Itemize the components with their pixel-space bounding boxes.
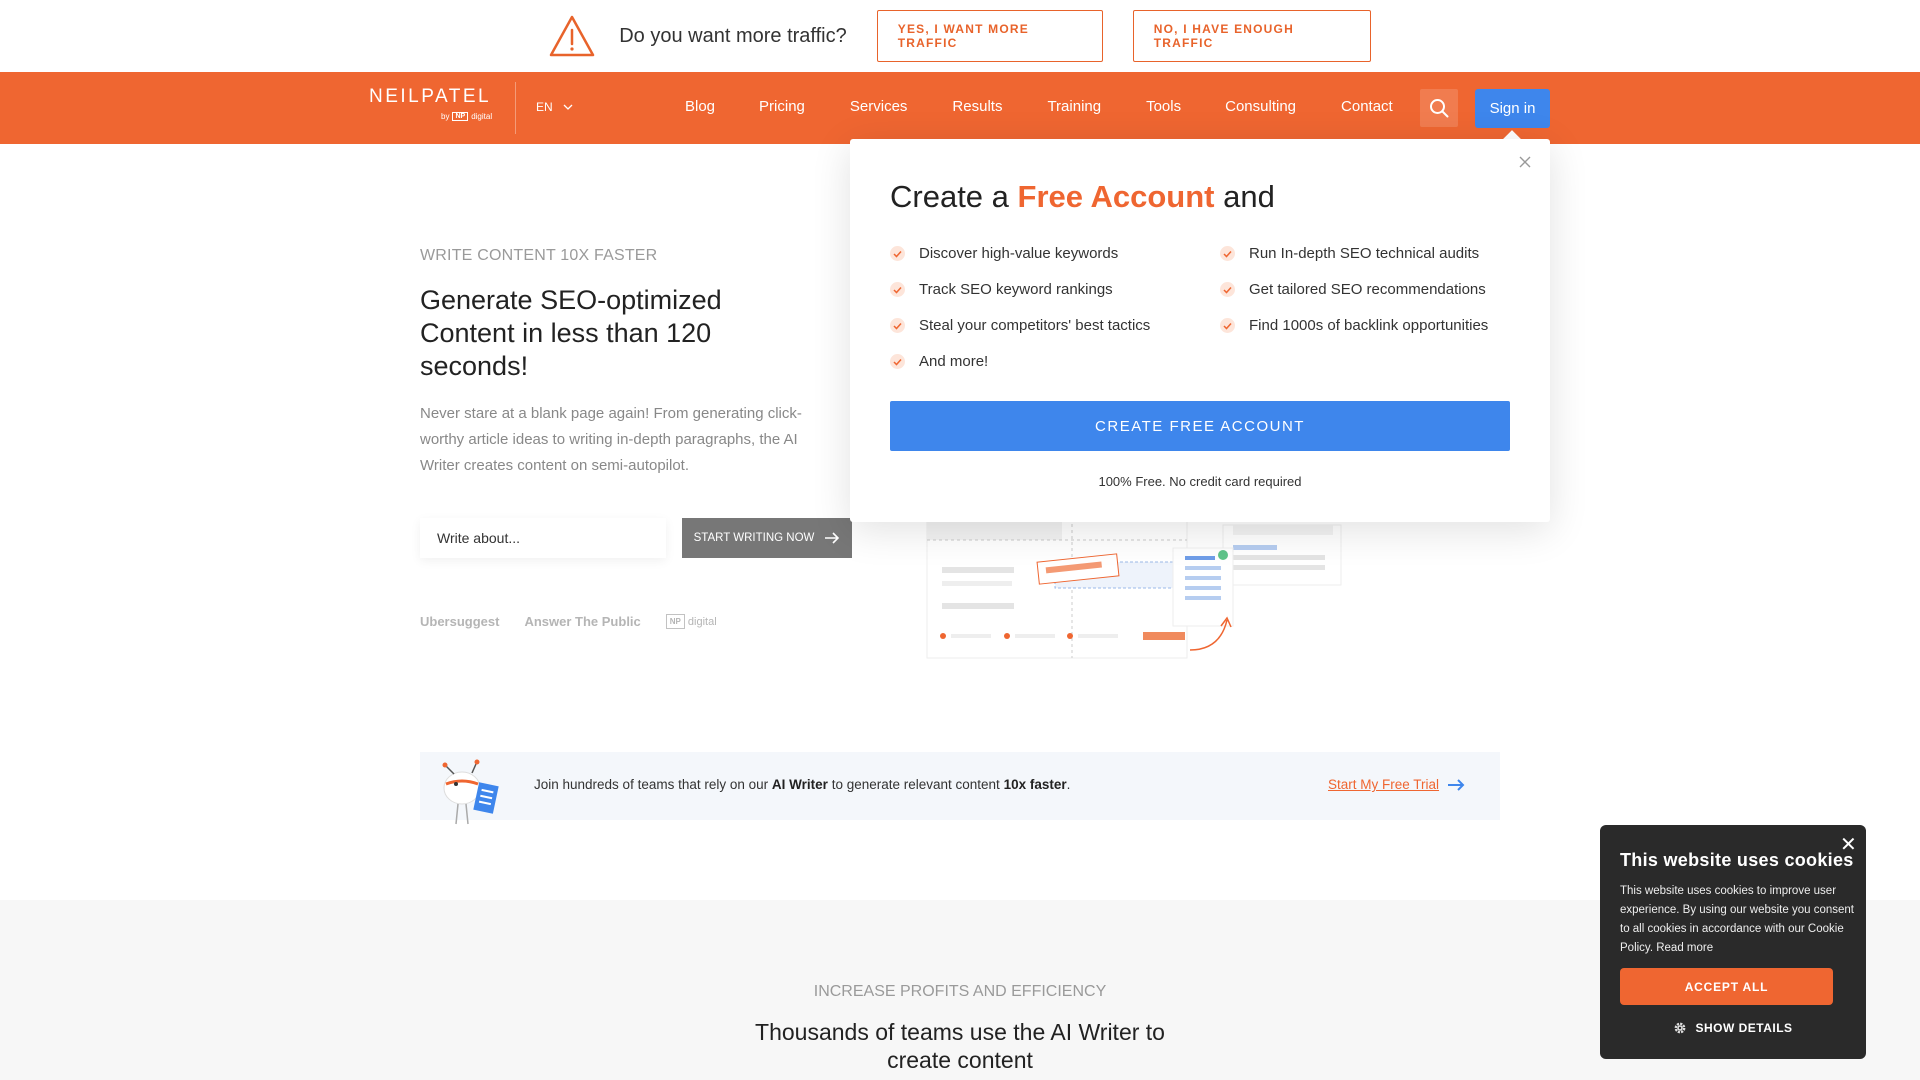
check-icon (1220, 318, 1235, 333)
partner-logos: Ubersuggest Answer The Public NP digital (420, 614, 717, 629)
np-digital-text: digital (687, 615, 717, 628)
arrow-right-icon (825, 532, 840, 544)
cookie-title: This website uses cookies (1620, 850, 1854, 870)
logo-by: by (441, 112, 450, 121)
nav-item-consulting[interactable]: Consulting (1225, 98, 1296, 115)
promo-text-ai-writer: AI Writer (771, 777, 828, 792)
close-icon[interactable] (1514, 151, 1536, 173)
logo-text: NEILPATEL (369, 86, 492, 107)
cookie-banner: ✕ This website uses cookies This website… (1600, 825, 1866, 1059)
answerthepublic-logo: Answer The Public (524, 614, 641, 629)
nav-item-blog[interactable]: Blog (685, 98, 715, 115)
popup-title-suffix: and (1223, 179, 1275, 214)
feature-list-right: Run In-depth SEO technical audits Get ta… (1220, 245, 1488, 353)
logo-sub: by NP digital (441, 112, 492, 121)
accept-all-button[interactable]: ACCEPT ALL (1620, 968, 1833, 1005)
start-free-trial-label: Start My Free Trial (1328, 777, 1440, 792)
arrow-right-icon (1448, 778, 1465, 791)
write-about-input[interactable] (420, 518, 666, 558)
popup-note: 100% Free. No credit card required (1098, 474, 1302, 489)
feature-label: Get tailored SEO recommendations (1249, 281, 1486, 298)
check-icon (1220, 282, 1235, 297)
feature-item: Steal your competitors' best tactics (890, 317, 1150, 353)
language-label: EN (536, 100, 553, 114)
promo-text-part: to generate relevant content (831, 777, 1000, 792)
chevron-down-icon (563, 104, 573, 110)
np-digital-logo: NP digital (665, 614, 717, 629)
popup-title: Create a Free Account and (890, 179, 1275, 215)
check-icon (890, 318, 905, 333)
promo-text-period: . (1066, 777, 1071, 792)
promo-text-part: Join hundreds of teams that rely on our (534, 777, 769, 792)
warning-triangle-icon (549, 15, 595, 57)
create-free-account-button[interactable]: CREATE FREE ACCOUNT (890, 401, 1510, 451)
start-free-trial-link[interactable]: Start My Free Trial (1328, 777, 1465, 792)
sign-in-button[interactable]: Sign in (1475, 89, 1550, 128)
main-nav: NEILPATEL by NP digital EN Blog Pricing … (0, 72, 1920, 144)
check-icon (890, 282, 905, 297)
cookie-read-more-link[interactable]: Read more (1656, 942, 1713, 954)
nav-divider (515, 82, 516, 134)
promo-text: Join hundreds of teams that rely on our … (534, 777, 1070, 792)
logo[interactable]: NEILPATEL by NP digital (369, 86, 492, 121)
start-writing-label: START WRITING NOW (693, 532, 815, 544)
feature-label: And more! (919, 353, 989, 370)
show-details-label: SHOW DETAILS (1695, 1021, 1793, 1035)
feature-item: And more! (890, 353, 1150, 389)
hero-title: Generate SEO-optimized Content in less t… (420, 285, 722, 381)
nav-menu: Blog Pricing Services Results Training T… (685, 98, 1393, 115)
language-selector[interactable]: EN (536, 100, 573, 114)
product-illustration (926, 500, 1342, 659)
popup-title-prefix: Create a (890, 179, 1009, 214)
nav-item-results[interactable]: Results (952, 98, 1002, 115)
ubersuggest-logo: Ubersuggest (420, 614, 500, 629)
feature-label: Steal your competitors' best tactics (919, 317, 1151, 334)
feature-label: Track SEO keyword rankings (919, 281, 1113, 298)
feature-item: Track SEO keyword rankings (890, 281, 1150, 317)
feature-item: Find 1000s of backlink opportunities (1220, 317, 1488, 353)
show-details-button[interactable]: SHOW DETAILS (1600, 1021, 1866, 1035)
hero-description: Never stare at a blank page again! From … (420, 405, 802, 474)
check-icon (890, 354, 905, 369)
feature-label: Discover high-value keywords (919, 245, 1119, 262)
traffic-question: Do you want more traffic? (619, 24, 847, 47)
create-account-popup: Create a Free Account and Discover high-… (850, 139, 1550, 522)
logo-digital: digital (471, 112, 493, 121)
nav-item-pricing[interactable]: Pricing (759, 98, 805, 115)
nav-item-contact[interactable]: Contact (1341, 98, 1393, 115)
promo-text-10x: 10x faster (1003, 777, 1067, 792)
cookie-text: This website uses cookies to improve use… (1620, 882, 1854, 958)
nav-item-tools[interactable]: Tools (1146, 98, 1181, 115)
mascot-illustration (442, 759, 499, 825)
feature-label: Run In-depth SEO technical audits (1249, 245, 1480, 262)
gear-icon (1675, 1022, 1686, 1034)
feature-list-left: Discover high-value keywords Track SEO k… (890, 245, 1150, 389)
popup-title-accent: Free Account (1017, 179, 1215, 214)
nav-item-training[interactable]: Training (1047, 98, 1101, 115)
feature-item: Run In-depth SEO technical audits (1220, 245, 1488, 281)
feature-label: Find 1000s of backlink opportunities (1249, 317, 1489, 334)
check-icon (1220, 246, 1235, 261)
promo-banner: Join hundreds of teams that rely on our … (420, 752, 1500, 825)
search-icon (1430, 99, 1449, 118)
np-digital-badge: NP (665, 614, 685, 629)
feature-item: Get tailored SEO recommendations (1220, 281, 1488, 317)
logo-np-badge: NP (452, 112, 469, 121)
yes-traffic-button[interactable]: YES, I WANT MORE TRAFFIC (876, 10, 1103, 62)
search-button[interactable] (1420, 89, 1458, 127)
start-writing-button[interactable]: START WRITING NOW (682, 518, 852, 558)
traffic-bar: Do you want more traffic? YES, I WANT MO… (0, 0, 1920, 72)
hero-eyebrow: WRITE CONTENT 10X FASTER (420, 247, 658, 264)
nav-item-services[interactable]: Services (850, 98, 908, 115)
no-traffic-button[interactable]: NO, I HAVE ENOUGH TRAFFIC (1132, 10, 1371, 62)
check-icon (890, 246, 905, 261)
feature-item: Discover high-value keywords (890, 245, 1150, 281)
